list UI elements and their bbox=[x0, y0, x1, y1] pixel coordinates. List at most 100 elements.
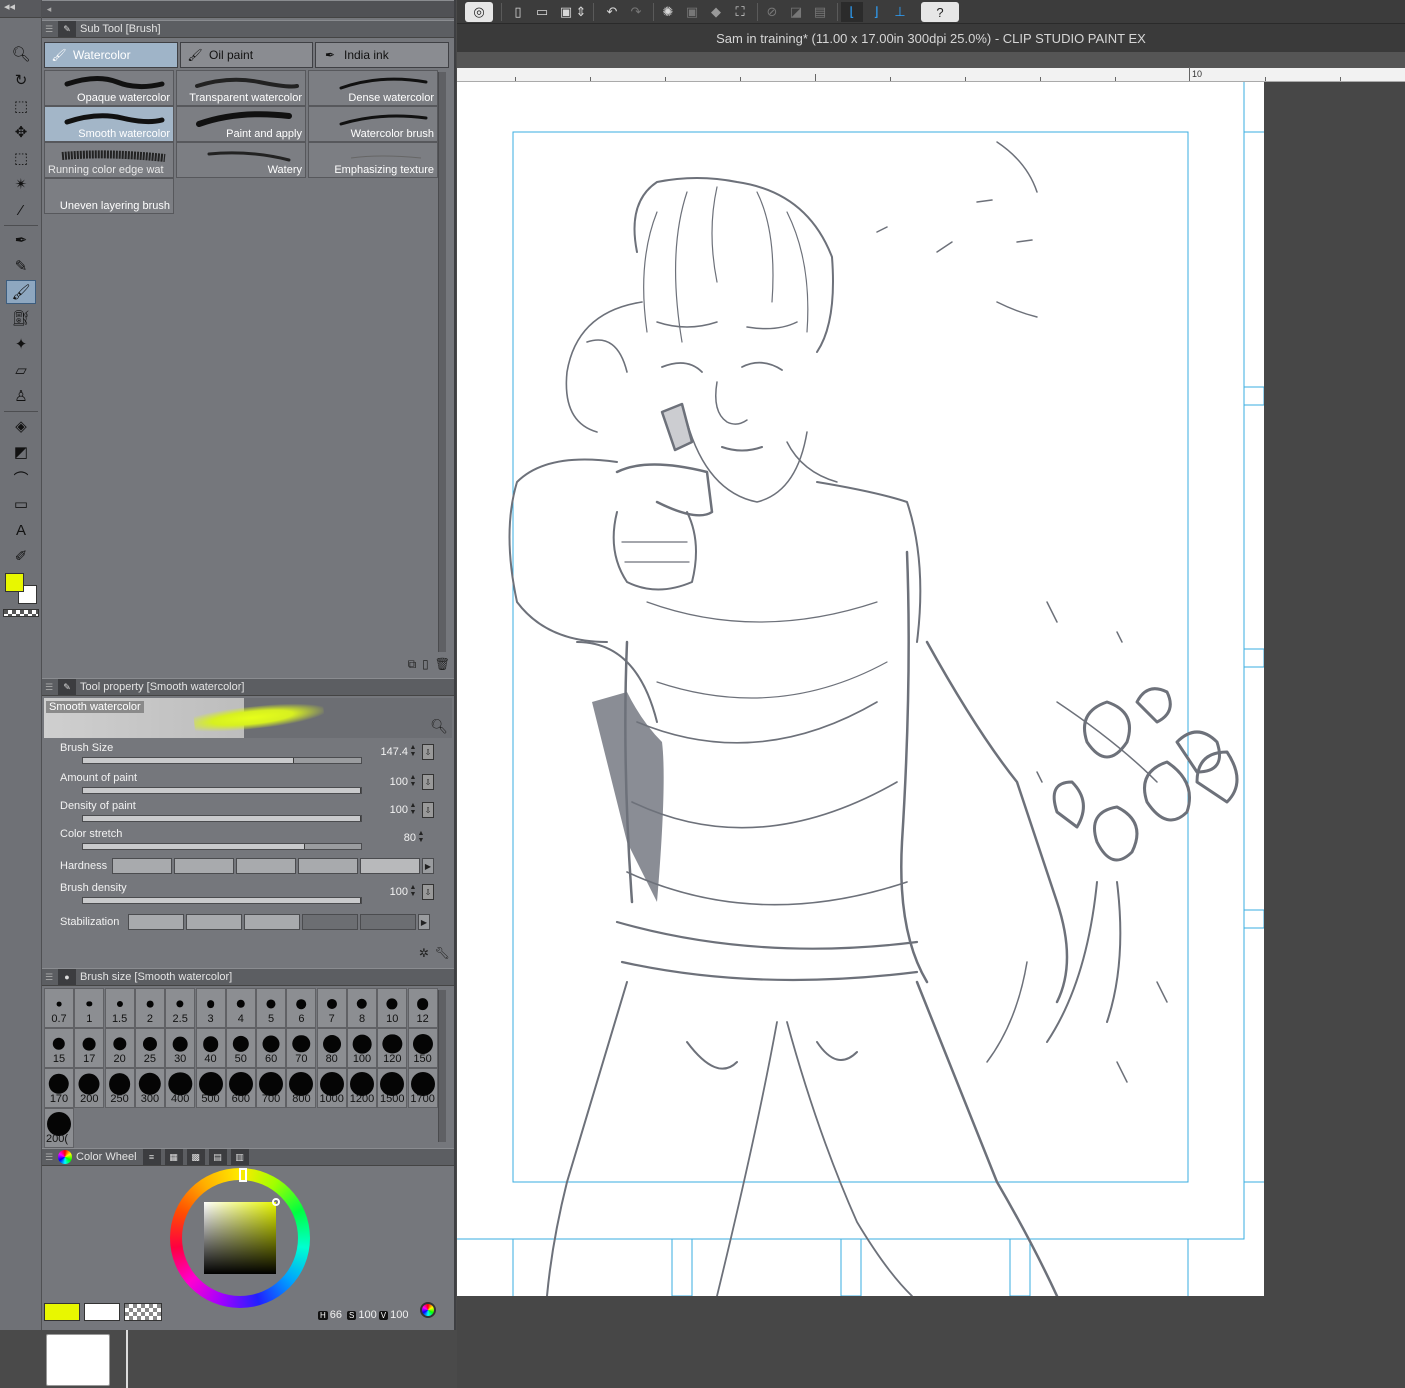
brush-size-preset[interactable]: 1 bbox=[74, 988, 105, 1028]
spin-arrows-icon[interactable]: ▲ ▼ bbox=[408, 744, 418, 758]
spin-arrows-icon[interactable]: ▲ ▼ bbox=[416, 830, 426, 844]
brush-size-preset[interactable]: 170 bbox=[44, 1068, 74, 1108]
stabilization-seg[interactable] bbox=[128, 914, 184, 930]
brush-tile-running-color-edge[interactable]: Running color edge wat bbox=[44, 142, 174, 178]
prop-value[interactable]: 80 bbox=[404, 832, 416, 844]
magnifier-icon[interactable]: 🔍︎ bbox=[430, 718, 448, 735]
brush-size-preset[interactable]: 10 bbox=[377, 988, 408, 1028]
hardness-seg[interactable] bbox=[360, 858, 420, 874]
panel-menu-icon[interactable]: ☰ bbox=[42, 682, 56, 693]
zoom-tool-icon[interactable]: 🔍︎ bbox=[6, 42, 36, 66]
brush-size-preset[interactable]: 600 bbox=[225, 1068, 256, 1108]
spin-arrows-icon[interactable]: ▲ ▼ bbox=[408, 802, 418, 816]
clear-icon[interactable]: ✺ bbox=[657, 2, 679, 22]
color-set-tab-icon[interactable]: ▦ bbox=[164, 1149, 183, 1165]
brush-size-preset[interactable]: 100 bbox=[347, 1028, 377, 1068]
spin-arrows-icon[interactable]: ▲ ▼ bbox=[408, 884, 418, 898]
brush-size-preset[interactable]: 60 bbox=[256, 1028, 287, 1068]
color-stretch-slider[interactable] bbox=[82, 843, 362, 850]
brush-size-preset[interactable]: 150 bbox=[407, 1028, 438, 1068]
wrench-icon[interactable]: 🔧︎ bbox=[435, 946, 450, 960]
density-of-paint-slider[interactable] bbox=[82, 815, 362, 822]
brush-size-preset[interactable]: 1.5 bbox=[104, 988, 135, 1028]
new-file-icon[interactable]: ▯ bbox=[507, 2, 529, 22]
subtool-panel-header[interactable]: ☰ ✎ Sub Tool [Brush] bbox=[42, 20, 454, 38]
brush-size-preset[interactable]: 200 bbox=[74, 1068, 105, 1108]
brush-size-preset[interactable]: 5 bbox=[256, 988, 287, 1028]
amount-of-paint-slider[interactable] bbox=[82, 787, 362, 794]
brush-size-preset[interactable]: 80 bbox=[316, 1028, 347, 1068]
show-selection-icon[interactable]: ▤ bbox=[809, 2, 831, 22]
undo-icon[interactable]: ↶ bbox=[601, 2, 623, 22]
chevron-right-icon[interactable]: ▶ bbox=[422, 858, 434, 874]
invert-selection-icon[interactable]: ◪ bbox=[785, 2, 807, 22]
move-layer-tool-icon[interactable]: ✥ bbox=[6, 120, 36, 144]
brush-size-preset[interactable]: 25 bbox=[134, 1028, 165, 1068]
brush-size-preset[interactable]: 50 bbox=[225, 1028, 256, 1068]
delete-subtool-icon[interactable]: 🗑︎ bbox=[435, 657, 450, 672]
brush-size-preset[interactable]: 1500 bbox=[377, 1068, 408, 1108]
brush-size-preset[interactable]: 4 bbox=[225, 988, 256, 1028]
color-wheel[interactable] bbox=[170, 1168, 310, 1308]
brush-size-preset[interactable]: 40 bbox=[195, 1028, 226, 1068]
subtool-scrollbar[interactable] bbox=[438, 72, 446, 652]
brush-tool-icon[interactable]: 🖌︎ bbox=[6, 280, 36, 304]
brush-tile-smooth-watercolor[interactable]: Smooth watercolor bbox=[44, 106, 174, 142]
intermediate-color-tab-icon[interactable]: ▩ bbox=[186, 1149, 205, 1165]
save-icon[interactable]: ▣ bbox=[555, 2, 577, 22]
snap-special-ruler-icon[interactable]: ⌋ bbox=[865, 2, 887, 22]
group-tab-watercolor[interactable]: 🖌︎ Watercolor bbox=[44, 42, 178, 68]
figure-tool-icon[interactable]: ⌒ bbox=[6, 466, 36, 490]
blend-tool-icon[interactable]: ♙ bbox=[6, 384, 36, 408]
spin-arrows-icon[interactable]: ▲ ▼ bbox=[408, 774, 418, 788]
canvas-paper[interactable] bbox=[457, 82, 1264, 1296]
collapse-icon[interactable]: ◂ bbox=[42, 4, 56, 15]
color-wheel-tab-icon[interactable] bbox=[58, 1150, 72, 1164]
brush-tile-transparent-watercolor[interactable]: Transparent watercolor bbox=[176, 70, 306, 106]
main-color-chip[interactable] bbox=[5, 573, 24, 592]
brush-size-preset[interactable]: 1200 bbox=[347, 1068, 377, 1108]
prop-value[interactable]: 100 bbox=[390, 804, 408, 816]
brush-size-preset[interactable]: 12 bbox=[407, 988, 438, 1028]
panel-menu-icon[interactable]: ☰ bbox=[42, 24, 56, 35]
canvas-area[interactable] bbox=[457, 82, 1405, 1388]
pen-tool-icon[interactable]: ✒ bbox=[6, 228, 36, 252]
color-mode-icon[interactable] bbox=[420, 1302, 436, 1318]
brush-tile-dense-watercolor[interactable]: Dense watercolor bbox=[308, 70, 438, 106]
pressure-button-icon[interactable]: ⇩ bbox=[422, 802, 434, 818]
brush-size-preset[interactable]: 250 bbox=[104, 1068, 135, 1108]
brush-size-preset[interactable]: 500 bbox=[195, 1068, 226, 1108]
clip-studio-icon[interactable]: ◎ bbox=[465, 2, 493, 22]
brush-size-preset[interactable]: 15 bbox=[44, 1028, 74, 1068]
transparent-swatch[interactable] bbox=[124, 1303, 162, 1321]
transparent-color-chip[interactable] bbox=[3, 609, 39, 617]
transform-icon[interactable]: ⛶ bbox=[729, 2, 751, 22]
stabilization-seg[interactable] bbox=[186, 914, 242, 930]
color-slider-tab-icon[interactable]: ≡ bbox=[142, 1149, 161, 1165]
snap-ruler-icon[interactable]: ⌊ bbox=[841, 2, 863, 22]
hardness-selector[interactable]: ▶ bbox=[112, 858, 434, 874]
brush-tile-opaque-watercolor[interactable]: Opaque watercolor bbox=[44, 70, 174, 106]
operation-tool-icon[interactable]: ⬚ bbox=[6, 94, 36, 118]
open-file-icon[interactable]: ▭ bbox=[531, 2, 553, 22]
stabilization-selector[interactable]: ▶ bbox=[128, 914, 430, 930]
brush-size-preset[interactable]: 1000 bbox=[316, 1068, 347, 1108]
help-icon[interactable]: ? bbox=[921, 2, 959, 22]
panel-menu-icon[interactable]: ☰ bbox=[42, 972, 56, 983]
airbrush-tool-icon[interactable]: ⛽︎ bbox=[6, 306, 36, 330]
brush-size-preset[interactable]: 3 bbox=[195, 988, 226, 1028]
deselect-icon[interactable]: ⊘ bbox=[761, 2, 783, 22]
prop-value[interactable]: 100 bbox=[390, 776, 408, 788]
correct-line-tool-icon[interactable]: ✐ bbox=[6, 544, 36, 568]
eyedropper-tool-icon[interactable]: ⁄ bbox=[6, 198, 36, 222]
stabilization-seg[interactable] bbox=[244, 914, 300, 930]
group-tab-india-ink[interactable]: ✒ India ink bbox=[315, 42, 449, 68]
frame-border-tool-icon[interactable]: ▭ bbox=[6, 492, 36, 516]
auto-select-tool-icon[interactable]: ✴ bbox=[6, 172, 36, 196]
pressure-button-icon[interactable]: ⇩ bbox=[422, 884, 434, 900]
new-subtool-icon[interactable]: ▯ bbox=[422, 657, 429, 672]
saturation-value-square[interactable] bbox=[204, 1202, 276, 1274]
brush-size-preset[interactable]: 30 bbox=[165, 1028, 196, 1068]
brush-size-preset[interactable]: 400 bbox=[165, 1068, 196, 1108]
stabilization-seg[interactable] bbox=[302, 914, 358, 930]
